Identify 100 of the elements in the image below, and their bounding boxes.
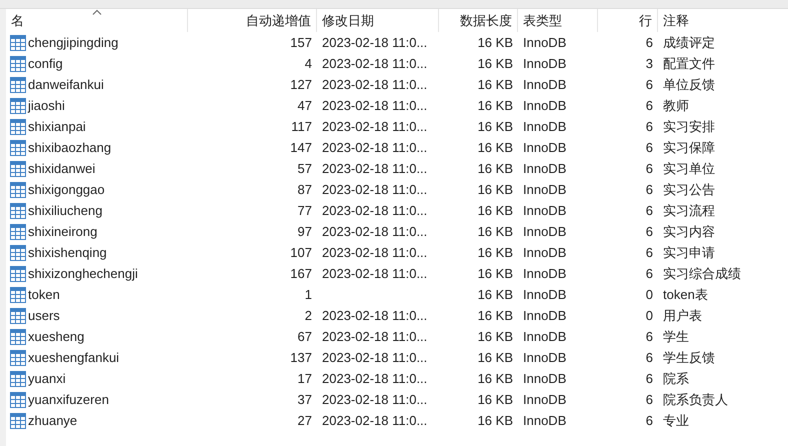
table-cell-text: 2023-02-18 11:0...	[321, 224, 428, 239]
table-cell-text: 167	[289, 266, 313, 281]
table-cell-text: 成绩评定	[662, 34, 716, 52]
table-cell-text: 2023-02-18 11:0...	[321, 266, 428, 281]
table-name[interactable]: shixianpai	[28, 119, 86, 134]
table-cell-text: 2023-02-18 11:0...	[321, 413, 428, 428]
table-cell-text: 2023-02-18 11:0...	[321, 182, 428, 197]
table-cell-text: 16 KB	[476, 203, 514, 218]
table-cell-text: 87	[296, 182, 313, 197]
table-icon	[10, 118, 26, 134]
table-name[interactable]: xueshengfankui	[28, 350, 120, 365]
table-cell-text: 6	[644, 35, 654, 50]
table-cell-text: 6	[644, 98, 654, 113]
table-cell-text: 2023-02-18 11:0...	[321, 329, 428, 344]
table-name[interactable]: users	[28, 308, 60, 323]
table-cell-text: 16 KB	[476, 161, 514, 176]
table-cell-text: InnoDB	[522, 77, 568, 92]
table-icon	[10, 392, 26, 408]
table-cell-text: 院系	[662, 370, 690, 388]
table-cell-text: 16 KB	[476, 77, 514, 92]
column-header[interactable]: 名	[6, 9, 188, 32]
table-cell-text: 6	[644, 245, 654, 260]
table-cell-text: 16 KB	[476, 350, 514, 365]
table-cell-text: 16 KB	[476, 329, 514, 344]
table-cell-text: 教师	[662, 96, 690, 114]
table-cell-text: 16 KB	[476, 56, 514, 71]
table-name[interactable]: yuanxifuzeren	[28, 392, 109, 407]
table-cell-text: InnoDB	[522, 140, 568, 155]
table-cell-text: 实习内容	[662, 222, 716, 240]
table-cell-text: 6	[644, 350, 654, 365]
table-name[interactable]: shixiliucheng	[28, 203, 102, 218]
column-header[interactable]: 表类型	[518, 9, 598, 32]
table-name[interactable]: config	[28, 56, 63, 71]
table-cell-text: 6	[644, 161, 654, 176]
table-cell-text: 学生	[662, 328, 690, 346]
table-cell-text: 2023-02-18 11:0...	[321, 371, 428, 386]
table-cell-text: 107	[289, 245, 313, 260]
table-name[interactable]: chengjipingding	[28, 35, 118, 50]
table-cell-text: 2023-02-18 11:0...	[321, 56, 428, 71]
table-cell-text: 2023-02-18 11:0...	[321, 98, 428, 113]
table-cell-text: InnoDB	[522, 287, 568, 302]
table-cell-text: 67	[296, 329, 313, 344]
table-cell-text: 4	[304, 56, 313, 71]
table-cell-text: 0	[644, 308, 654, 323]
table-cell-text: 3	[644, 56, 654, 71]
table-cell-text: 16 KB	[476, 119, 514, 134]
table-cell-text: InnoDB	[522, 203, 568, 218]
table-name[interactable]: shixibaozhang	[28, 140, 112, 155]
table-cell-text: 2023-02-18 11:0...	[321, 203, 428, 218]
table-icon	[10, 34, 26, 50]
table-name[interactable]: shixidanwei	[28, 161, 96, 176]
table-cell-text: 6	[644, 224, 654, 239]
table-name[interactable]: shixineirong	[28, 224, 98, 239]
table-cell-text: 77	[296, 203, 313, 218]
table-cell-text: 16 KB	[476, 140, 514, 155]
table-cell-text: 2023-02-18 11:0...	[321, 35, 428, 50]
column-header[interactable]: 注释	[658, 9, 788, 32]
table-cell-text: 2023-02-18 11:0...	[321, 161, 428, 176]
table-cell-text: 1	[304, 287, 313, 302]
table-cell-text: InnoDB	[522, 224, 568, 239]
table-cell-text: 16 KB	[476, 182, 514, 197]
table-cell-text: 实习保障	[662, 138, 716, 156]
table-icon	[10, 76, 26, 92]
table-cell-text: 6	[644, 140, 654, 155]
table-cell-text: InnoDB	[522, 371, 568, 386]
table-cell-text: 2023-02-18 11:0...	[321, 308, 428, 323]
table-cell-text: 16 KB	[476, 371, 514, 386]
table-cell-text: 16 KB	[476, 98, 514, 113]
column-header[interactable]: 修改日期	[317, 9, 439, 32]
table-cell-text: 2023-02-18 11:0...	[321, 119, 428, 134]
table-name[interactable]: shixigonggao	[28, 182, 105, 197]
column-header[interactable]: 自动递增值	[188, 9, 317, 32]
table-name[interactable]: jiaoshi	[28, 98, 65, 113]
table-icon	[10, 328, 26, 344]
table-icon	[10, 244, 26, 260]
table-cell-text: 配置文件	[662, 54, 716, 72]
table-cell-text: 单位反馈	[662, 76, 716, 94]
table-name[interactable]: token	[28, 287, 60, 302]
table-name[interactable]: danweifankui	[28, 77, 104, 92]
table-icon	[10, 160, 26, 176]
table-cell-text: 6	[644, 329, 654, 344]
table-icon	[10, 370, 26, 386]
table-name[interactable]: xuesheng	[28, 329, 84, 344]
table-name[interactable]: zhuanye	[28, 413, 78, 428]
table-cell-text: 16 KB	[476, 413, 514, 428]
column-header[interactable]: 行	[598, 9, 658, 32]
table-name[interactable]: shixizonghechengji	[28, 266, 138, 281]
table-icon	[10, 350, 26, 366]
table-icon	[10, 98, 26, 114]
table-name[interactable]: shixishenqing	[28, 245, 107, 260]
table-cell-text: 16 KB	[476, 287, 514, 302]
table-cell-text: 2	[304, 308, 313, 323]
table-cell-text: InnoDB	[522, 56, 568, 71]
table-cell-text: 实习单位	[662, 160, 716, 178]
table-icon	[10, 308, 26, 324]
column-header[interactable]: 数据长度	[439, 9, 518, 32]
table-name[interactable]: yuanxi	[28, 371, 66, 386]
table-cell-text: 27	[296, 413, 313, 428]
table-cell-text: 57	[296, 161, 313, 176]
table-cell-text: 16 KB	[476, 245, 514, 260]
